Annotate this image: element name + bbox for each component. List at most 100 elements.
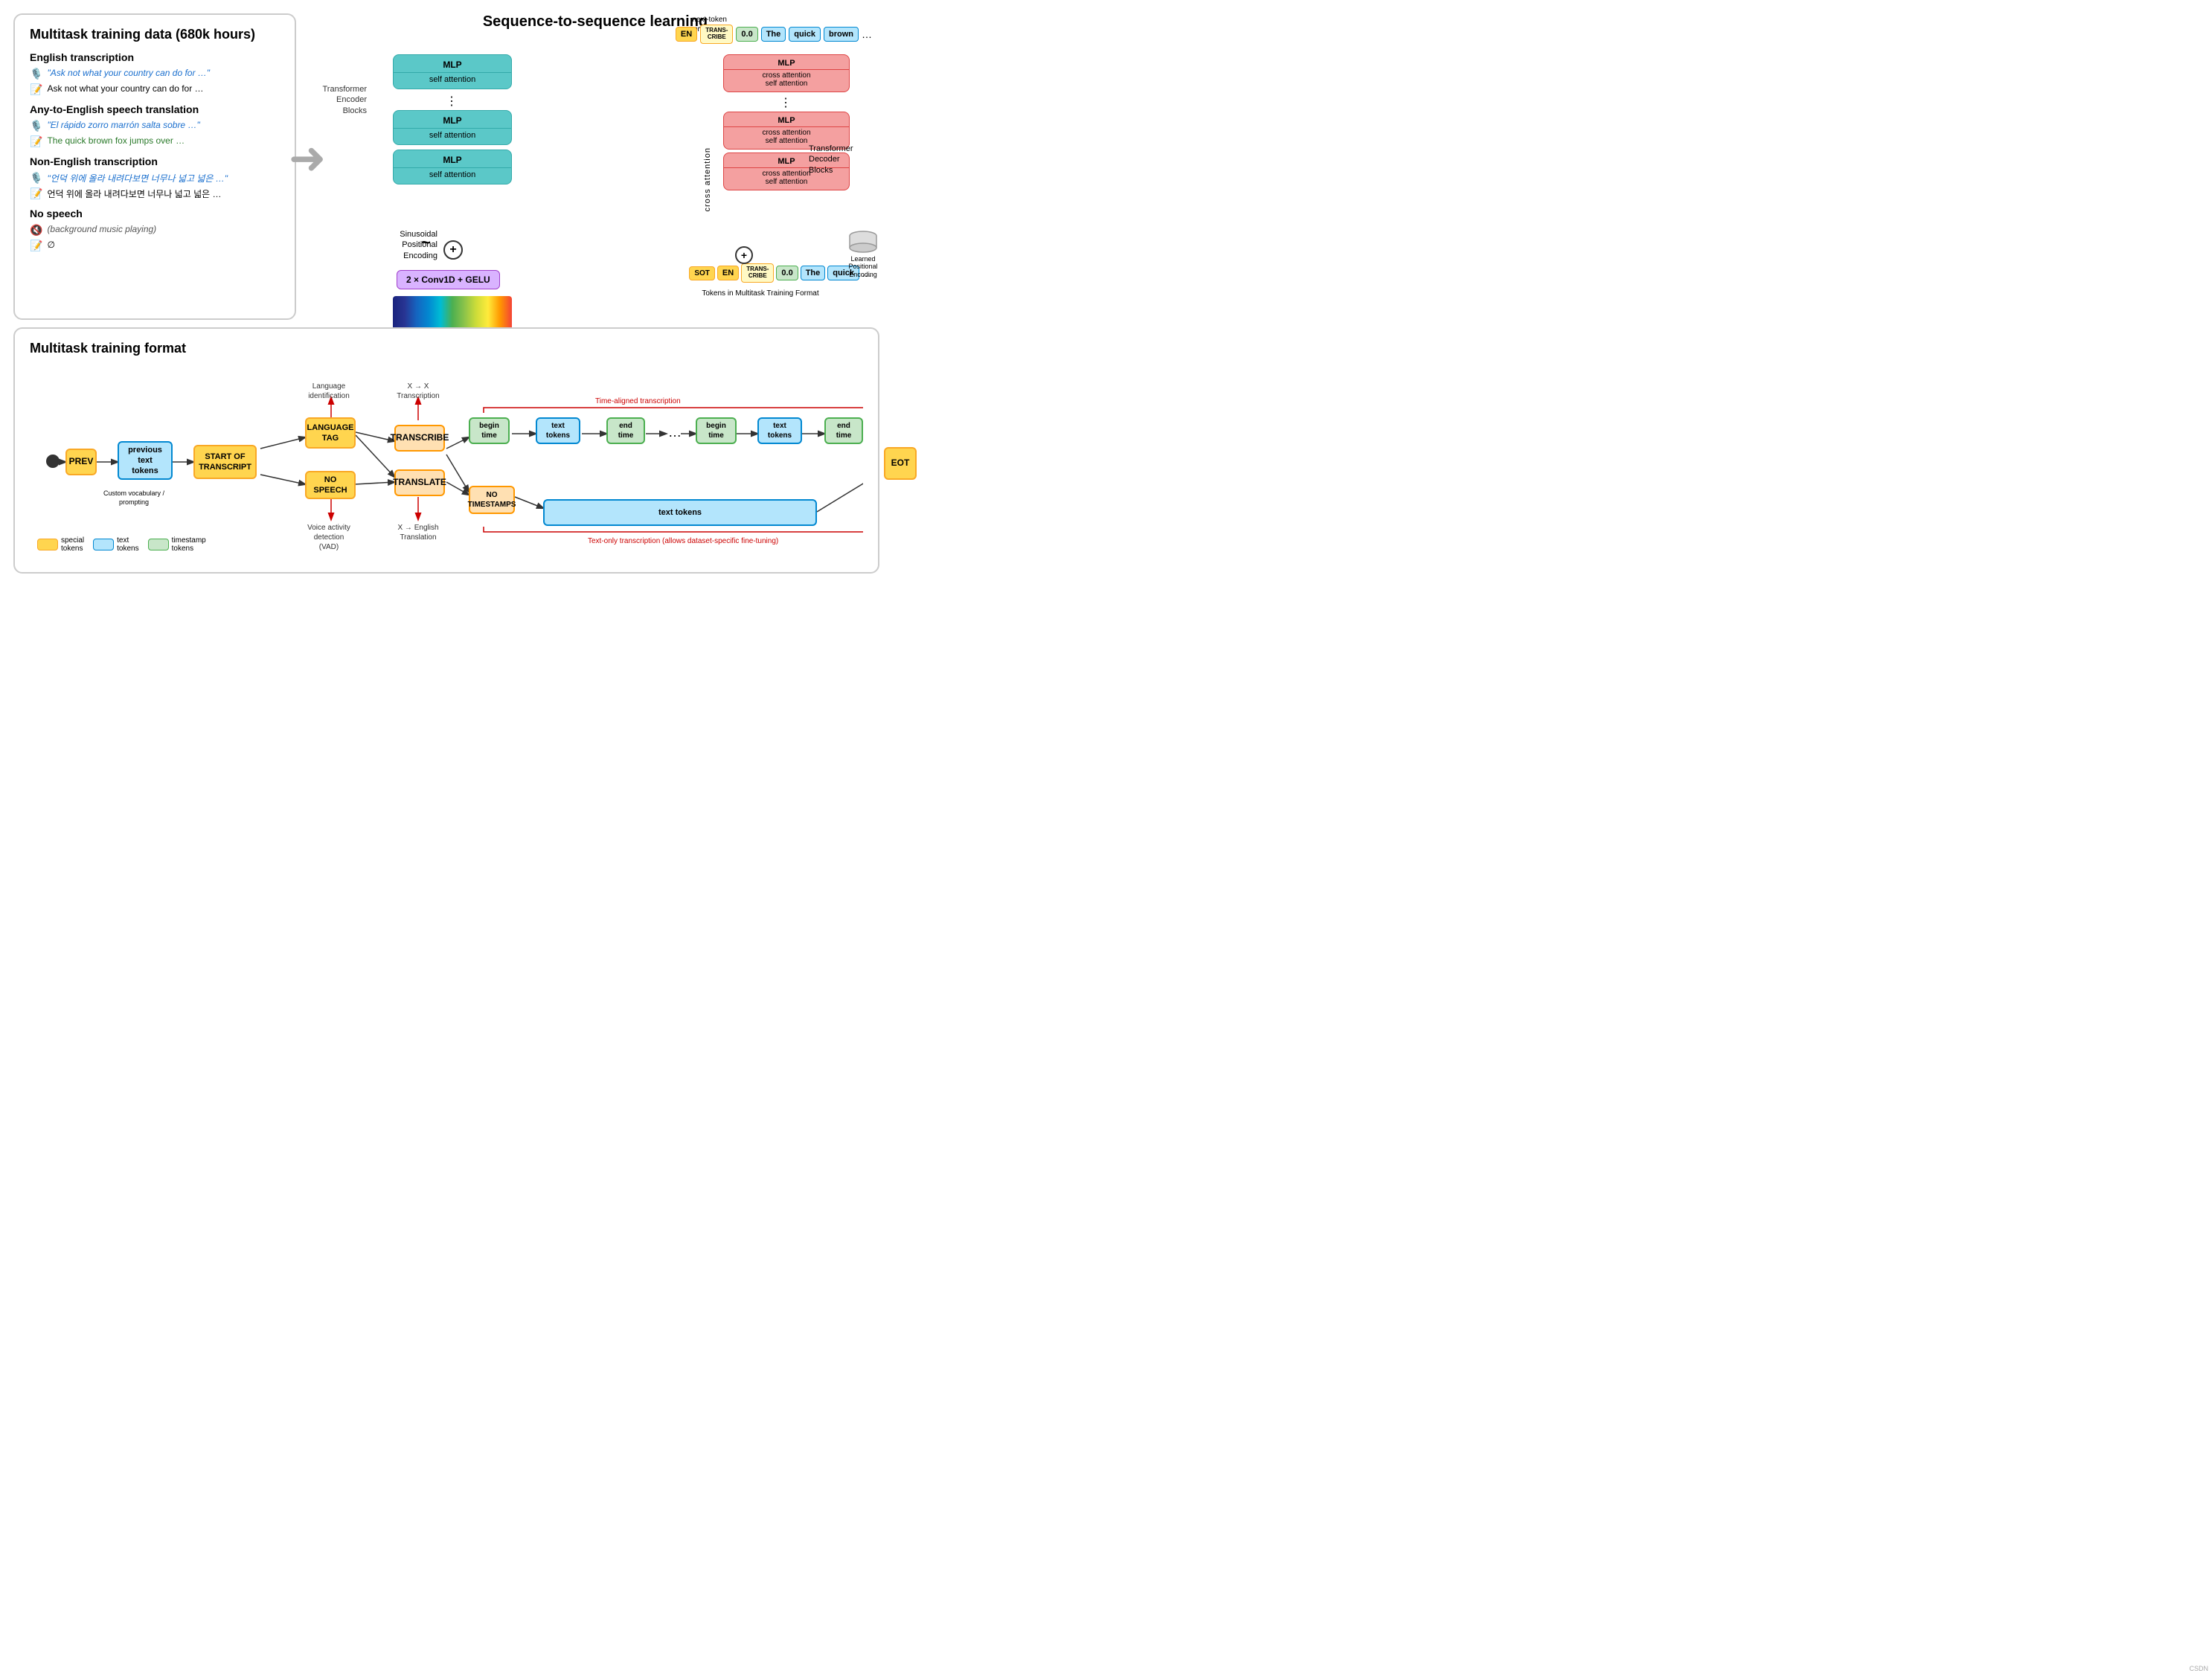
token-row-top: EN TRANS-CRIBE 0.0 The quick brown … <box>676 25 872 44</box>
text-tokens-1-node: text tokens <box>536 417 580 444</box>
top-section: Multitask training data (680k hours) Eng… <box>0 0 893 320</box>
decoder-block-1: MLP cross attention self attention <box>723 54 850 92</box>
encoder-mlp-2: MLP <box>394 115 511 129</box>
no-timestamps-node: NOTIMESTAMPS <box>469 486 515 514</box>
no-speech-example-2: ∅ <box>47 240 54 250</box>
legend-special-box <box>37 539 58 550</box>
english-transcription-heading: English transcription <box>30 51 280 63</box>
token-ellipsis-top: … <box>862 28 872 40</box>
token-transcribe-bottom: TRANS-CRIBE <box>741 263 774 283</box>
plus-circle: + <box>443 240 463 260</box>
right-panel: Sequence-to-sequence learning ➜ Transfor… <box>311 13 879 320</box>
spanish-example-2: The quick brown fox jumps over … <box>47 135 185 146</box>
pencil-icon: 📝 <box>30 135 42 148</box>
start-node <box>46 455 60 468</box>
no-speech-node: NOSPEECH <box>305 471 356 499</box>
example-row: 🎙️ "Ask not what your country can do for… <box>30 68 280 80</box>
example-row: 📝 Ask not what your country can do for … <box>30 83 280 96</box>
prev-node: PREV <box>65 449 97 475</box>
legend-timestamp-box <box>148 539 169 550</box>
translation-heading: Any-to-English speech translation <box>30 103 280 115</box>
non-english-heading: Non-English transcription <box>30 155 280 167</box>
english-example-1: "Ask not what your country can do for …" <box>47 68 210 78</box>
text-only-label: Text-only transcription (allows dataset-… <box>588 536 778 546</box>
begin-time-2-node: begintime <box>696 417 737 444</box>
language-id-label: Languageidentification <box>299 382 359 401</box>
example-row: 🎙️ "El rápido zorro marrón salta sobre …… <box>30 120 280 132</box>
legend-timestamp-label: timestamptokens <box>172 536 206 553</box>
no-speech-heading: No speech <box>30 208 280 219</box>
token-row-bottom: SOT EN TRANS-CRIBE 0.0 The quick … <box>689 263 872 283</box>
conv-block: 2 × Conv1D + GELU <box>397 270 500 289</box>
token-0.0: 0.0 <box>736 27 757 42</box>
speaker-icon: 🎙️ <box>30 120 42 132</box>
vad-label: Voice activitydetection(VAD) <box>299 523 359 552</box>
token-the-bottom: The <box>801 266 826 280</box>
decoder-self-attn-1: self attention <box>724 80 849 88</box>
sot-node: START OFTRANSCRIPT <box>193 445 257 479</box>
encoder-label: TransformerEncoderBlocks <box>307 84 367 116</box>
english-example-2: Ask not what your country can do for … <box>47 83 203 94</box>
token-transcribe: TRANS-CRIBE <box>700 25 733 44</box>
left-panel-title: Multitask training data (680k hours) <box>30 27 280 42</box>
decoder-label: TransformerDecoderBlocks <box>809 144 876 176</box>
encoder-block-2: MLP self attention <box>393 110 512 145</box>
encoder-mlp-3: MLP <box>394 155 511 168</box>
korean-example-2: 언덕 위에 올라 내려다보면 너무나 넓고 넓은 … <box>47 187 221 200</box>
encoder-attn-1: self attention <box>394 75 511 84</box>
begin-time-1-node: begintime <box>469 417 510 444</box>
example-row: 📝 The quick brown fox jumps over … <box>30 135 280 148</box>
eot-node: EOT <box>884 447 917 480</box>
token-bottom-label: Tokens in Multitask Training Format <box>649 289 872 298</box>
bottom-section: Multitask training format <box>13 327 879 574</box>
token-sot: SOT <box>689 266 715 280</box>
spanish-example-1: "El rápido zorro marrón salta sobre …" <box>47 120 199 130</box>
example-row: 📝 언덕 위에 올라 내려다보면 너무나 넓고 넓은 … <box>30 187 280 200</box>
text-tokens-2-node: text tokens <box>757 417 802 444</box>
watermark: CSDN <box>2189 1665 2208 1672</box>
x-to-english-label: X → EnglishTranslation <box>388 523 448 542</box>
encoder-attn-2: self attention <box>394 131 511 140</box>
tilde-symbol: ~ <box>421 233 431 252</box>
speaker-icon: 🎙️ <box>30 68 42 80</box>
text-tokens-long-node: text tokens <box>543 499 817 526</box>
decoder-mlp-2: MLP <box>724 116 849 127</box>
end-time-2-node: end time <box>824 417 863 444</box>
translate-node: TRANSLATE <box>394 469 445 496</box>
encoder-block-1: MLP self attention <box>393 54 512 89</box>
token-0.0-bottom: 0.0 <box>776 266 798 280</box>
token-en: EN <box>676 27 697 42</box>
middle-dots: … <box>668 425 682 440</box>
decoder-cross-attn-2: cross attention <box>724 129 849 137</box>
encoder-attn-3: self attention <box>394 170 511 179</box>
flow-container: PREV previoustext tokens Custom vocabula… <box>30 367 863 560</box>
decoder-cross-attn-1: cross attention <box>724 71 849 80</box>
custom-vocab-label: Custom vocabulary /prompting <box>89 489 179 507</box>
transcribe-node: TRANSCRIBE <box>394 425 445 452</box>
database-icon <box>848 230 878 254</box>
encoder-section: TransformerEncoderBlocks MLP self attent… <box>371 54 534 189</box>
example-row: 🔇 (background music playing) <box>30 224 280 237</box>
no-speech-example-1: (background music playing) <box>47 224 156 234</box>
encoder-block-3: MLP self attention <box>393 150 512 184</box>
language-tag-node: LANGUAGETAG <box>305 417 356 449</box>
pencil-icon: 📝 <box>30 240 42 252</box>
end-time-1-node: end time <box>606 417 645 444</box>
decoder-dots: ⋮ <box>723 95 850 110</box>
legend-special: specialtokens <box>37 536 84 553</box>
decoder-mlp-1: MLP <box>724 59 849 70</box>
learned-pos-label: LearnedPositionalEncoding <box>848 255 877 279</box>
legend-timestamp: timestamptokens <box>148 536 206 553</box>
token-the: The <box>761 27 786 42</box>
pencil-icon: 📝 <box>30 187 42 200</box>
legend-row: specialtokens texttokens timestamptokens <box>37 536 206 553</box>
legend-text-label: texttokens <box>117 536 138 553</box>
bottom-title: Multitask training format <box>30 341 863 356</box>
no-speech-icon: 🔇 <box>30 224 42 237</box>
korean-example-1: "언덕 위에 올라 내려다보면 너무나 넓고 넓은 …" <box>47 172 228 184</box>
example-row: 📝 ∅ <box>30 240 280 252</box>
token-en-bottom: EN <box>717 266 739 280</box>
big-arrow-icon: ➜ <box>289 132 326 184</box>
legend-text: texttokens <box>93 536 138 553</box>
speaker-icon: 🎙️ <box>30 172 42 184</box>
